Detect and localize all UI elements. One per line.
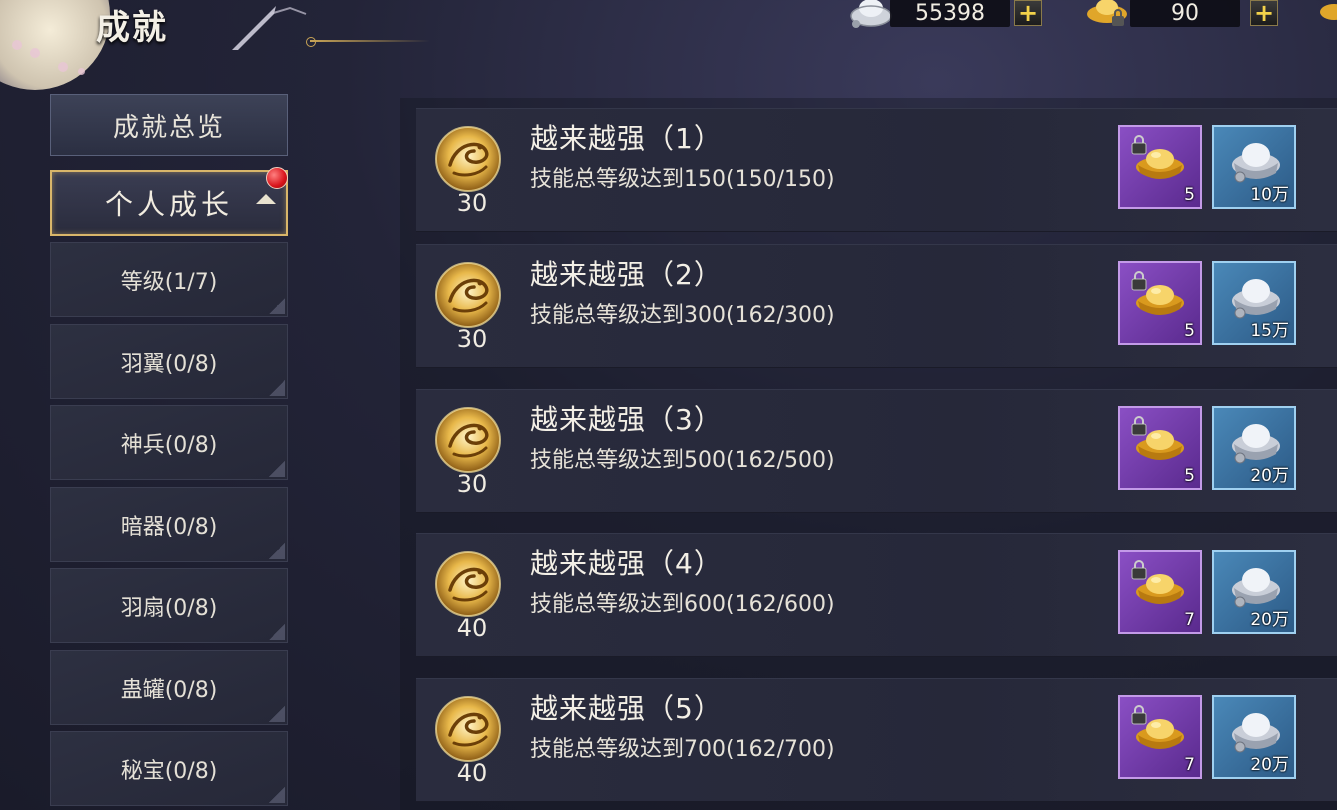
gold-reward-slot[interactable]: 5	[1118, 125, 1202, 209]
achievement-points: 30	[456, 470, 488, 498]
gold-reward-count: 5	[1184, 321, 1195, 341]
achievement-description: 技能总等级达到300(162/300)	[530, 303, 835, 328]
sidebar-item-weapon[interactable]: 神兵(0/8)	[50, 405, 288, 480]
achievement-points: 30	[456, 325, 488, 353]
silver-reward-count: 20万	[1250, 466, 1289, 486]
gold-reward-slot[interactable]: 5	[1118, 261, 1202, 345]
blossom-decoration	[78, 68, 85, 75]
sword-decoration-icon	[232, 6, 307, 50]
achievement-list[interactable]: 30 越来越强（1） 技能总等级达到150(150/150) 5 10万 30 …	[400, 98, 1337, 810]
sidebar-item-label: 蛊罐(0/8)	[120, 677, 218, 703]
achievement-row[interactable]: 30 越来越强（1） 技能总等级达到150(150/150) 5 10万	[416, 108, 1337, 232]
achievement-points: 40	[456, 759, 488, 787]
lock-icon	[1131, 271, 1147, 291]
gold-reward-slot[interactable]: 7	[1118, 550, 1202, 634]
silver-reward-slot[interactable]: 20万	[1212, 695, 1296, 779]
achievement-description: 技能总等级达到600(162/600)	[530, 592, 835, 617]
sidebar-item-label: 秘宝(0/8)	[120, 758, 218, 784]
sidebar-item-level[interactable]: 等级(1/7)	[50, 242, 288, 317]
dragon-medal-icon	[435, 551, 501, 617]
silver-reward-slot[interactable]: 10万	[1212, 125, 1296, 209]
gold-reward-count: 7	[1184, 610, 1195, 630]
lock-icon	[1131, 135, 1147, 155]
gold-reward-count: 7	[1184, 755, 1195, 775]
sidebar-item-fan[interactable]: 羽扇(0/8)	[50, 568, 288, 643]
achievement-row[interactable]: 30 越来越强（2） 技能总等级达到300(162/300) 5 15万	[416, 244, 1337, 368]
sidebar-item-label: 羽扇(0/8)	[120, 595, 218, 621]
blossom-decoration	[12, 40, 22, 50]
sidebar-item-label: 羽翼(0/8)	[120, 351, 218, 377]
dragon-medal-icon	[435, 262, 501, 328]
sidebar-item-label: 暗器(0/8)	[120, 514, 218, 540]
gold-ingot-icon	[1320, 4, 1337, 20]
category-personal-growth[interactable]: 个人成长	[50, 167, 288, 236]
title-underline	[306, 37, 430, 47]
silver-reward-count: 20万	[1250, 755, 1289, 775]
gold-reward-slot[interactable]: 5	[1118, 406, 1202, 490]
sidebar-item-label: 神兵(0/8)	[120, 432, 218, 458]
gold-amount: 90	[1130, 0, 1240, 27]
achievement-description: 技能总等级达到150(150/150)	[530, 167, 835, 192]
silver-reward-slot[interactable]: 15万	[1212, 261, 1296, 345]
dragon-medal-icon	[435, 126, 501, 192]
gold-reward-count: 5	[1184, 466, 1195, 486]
achievement-row[interactable]: 40 越来越强（4） 技能总等级达到600(162/600) 7 20万	[416, 533, 1337, 657]
dragon-medal-icon	[435, 696, 501, 762]
lock-icon	[1131, 560, 1147, 580]
achievement-title: 越来越强（5）	[530, 692, 723, 725]
achievement-points: 40	[456, 614, 488, 642]
sidebar-item-wings[interactable]: 羽翼(0/8)	[50, 324, 288, 399]
sidebar-item-label: 等级(1/7)	[120, 269, 218, 295]
top-bar: 成就 55398 + 90 +	[0, 0, 1337, 90]
achievement-title: 越来越强（4）	[530, 547, 723, 580]
sidebar-item-hidden-weapon[interactable]: 暗器(0/8)	[50, 487, 288, 562]
dragon-medal-icon	[435, 407, 501, 473]
silver-reward-slot[interactable]: 20万	[1212, 550, 1296, 634]
achievement-title: 越来越强（1）	[530, 122, 723, 155]
achievement-row[interactable]: 40 越来越强（5） 技能总等级达到700(162/700) 7 20万	[416, 678, 1337, 802]
sidebar-item-gu-jar[interactable]: 蛊罐(0/8)	[50, 650, 288, 725]
page-title: 成就	[96, 8, 168, 48]
add-silver-button[interactable]: +	[1014, 0, 1042, 27]
silver-reward-count: 10万	[1250, 185, 1289, 205]
silver-reward-slot[interactable]: 20万	[1212, 406, 1296, 490]
gold-ingot-icon	[1087, 0, 1127, 26]
blossom-decoration	[58, 62, 68, 72]
achievement-title: 越来越强（3）	[530, 403, 723, 436]
achievement-points: 30	[456, 189, 488, 217]
silver-reward-count: 15万	[1250, 321, 1289, 341]
lock-icon	[1131, 705, 1147, 725]
lock-icon	[1131, 416, 1147, 436]
achievement-description: 技能总等级达到700(162/700)	[530, 737, 835, 762]
sidebar-item-treasure[interactable]: 秘宝(0/8)	[50, 731, 288, 806]
notification-dot	[266, 167, 288, 189]
overview-button[interactable]: 成就总览	[50, 94, 288, 156]
category-label: 个人成长	[104, 188, 233, 221]
achievement-title: 越来越强（2）	[530, 258, 723, 291]
silver-ingot-icon	[850, 0, 892, 28]
blossom-decoration	[30, 48, 40, 58]
silver-amount: 55398	[890, 0, 1010, 27]
silver-reward-count: 20万	[1250, 610, 1289, 630]
gold-reward-slot[interactable]: 7	[1118, 695, 1202, 779]
chevron-up-icon	[256, 194, 276, 204]
achievement-row[interactable]: 30 越来越强（3） 技能总等级达到500(162/500) 5 20万	[416, 389, 1337, 513]
add-gold-button[interactable]: +	[1250, 0, 1278, 27]
gold-reward-count: 5	[1184, 185, 1195, 205]
achievement-description: 技能总等级达到500(162/500)	[530, 448, 835, 473]
